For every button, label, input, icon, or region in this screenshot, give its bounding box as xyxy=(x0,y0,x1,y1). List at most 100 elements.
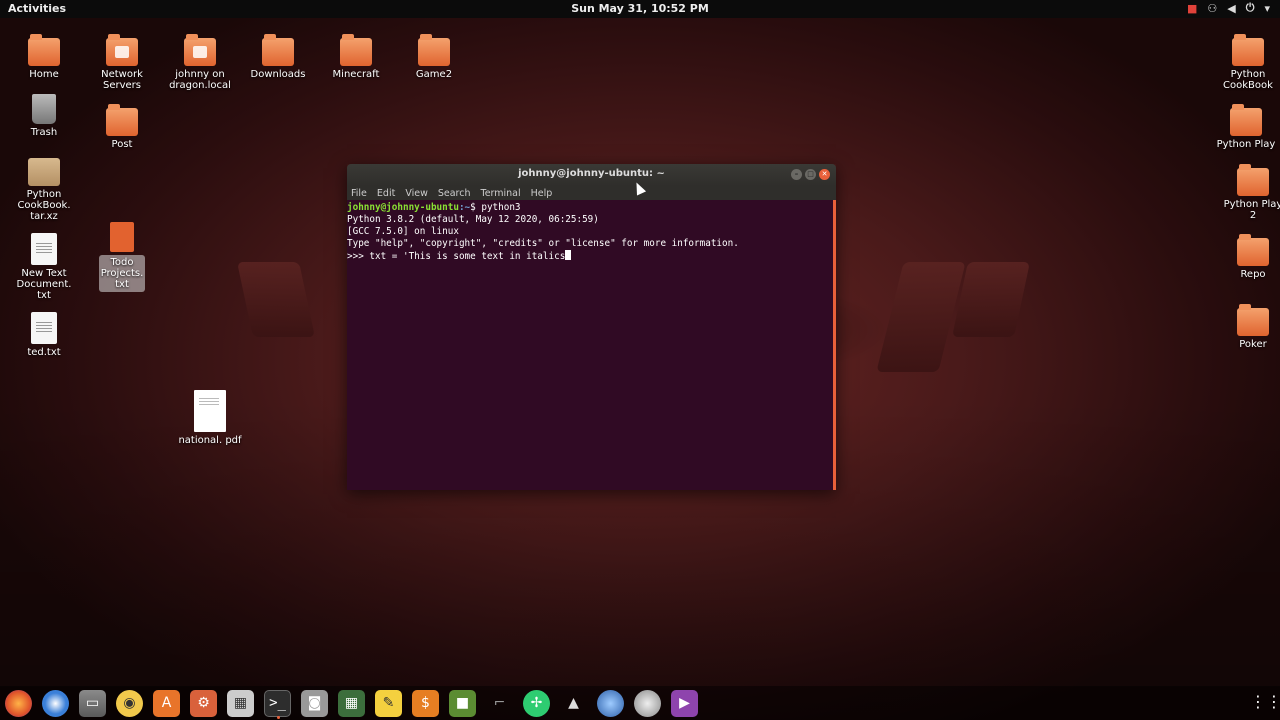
rhythmbox-icon[interactable]: ◉ xyxy=(116,689,143,717)
desktop-icon-network-servers[interactable]: Network Servers xyxy=(89,34,155,91)
desktop-icon-label: Trash xyxy=(30,127,58,138)
desktop-icon-cookbook-archive[interactable]: Python CookBook. tar.xz xyxy=(11,158,77,222)
snail-icon[interactable] xyxy=(634,689,661,717)
text-file-icon xyxy=(31,233,57,265)
desktop-icon-label: Todo Projects. txt xyxy=(99,255,145,292)
minecraft-icon[interactable]: ■ xyxy=(449,689,476,717)
desktop-icon-downloads[interactable]: Downloads xyxy=(245,34,311,80)
menu-search[interactable]: Search xyxy=(438,188,471,199)
calculator-icon[interactable]: ▦ xyxy=(338,689,365,717)
sticky-notes-icon[interactable]: ✎ xyxy=(375,689,402,717)
minimize-icon[interactable]: – xyxy=(791,169,802,180)
close-icon[interactable]: ✕ xyxy=(819,169,830,180)
clock[interactable]: Sun May 31, 10:52 PM xyxy=(0,2,1280,15)
folder-icon xyxy=(1237,304,1269,336)
folder-icon xyxy=(418,34,450,66)
desktop-icon-ted-txt[interactable]: ted.txt xyxy=(11,312,77,358)
menu-edit[interactable]: Edit xyxy=(377,188,395,199)
terminal-icon-alt[interactable]: ▦ xyxy=(227,689,254,717)
terminal-titlebar[interactable]: johnny@johnny-ubuntu: ~ – □ ✕ xyxy=(347,164,836,186)
top-bar: Activities Sun May 31, 10:52 PM ■ ⚇ ◀ ⏻ … xyxy=(0,0,1280,18)
software-icon[interactable]: A xyxy=(153,689,180,717)
terminal-line-input: >>> txt = 'This is some text in italics xyxy=(347,250,833,263)
terminal-line: Python 3.8.2 (default, May 12 2020, 06:2… xyxy=(347,214,599,225)
desktop-icon-label: Python Play 2 xyxy=(1223,199,1280,221)
terminal-input-text: >>> txt = 'This is some text in italics xyxy=(347,251,566,262)
desktop-icon-minecraft[interactable]: Minecraft xyxy=(323,34,389,80)
dock-apps: ▭ ◉ A ⚙ ▦ >_ ◙ ▦ ✎ $ ■ ⌐ ✢ ▲ ▶ xyxy=(5,689,698,719)
desktop-icon-python-play[interactable]: Python Play xyxy=(1213,104,1279,150)
dock: ▭ ◉ A ⚙ ▦ >_ ◙ ▦ ✎ $ ■ ⌐ ✢ ▲ ▶ ⋮⋮⋮ xyxy=(0,686,1280,720)
desktop-icon-national-pdf[interactable]: national. pdf xyxy=(177,390,243,446)
desktop-icon-new-text-document[interactable]: New Text Document. txt xyxy=(11,233,77,301)
globe-icon[interactable] xyxy=(597,689,624,717)
volume-icon[interactable]: ◀ xyxy=(1227,2,1235,15)
desktop-icon-repo[interactable]: Repo xyxy=(1220,234,1280,280)
desktop-icon-python-play-2[interactable]: Python Play 2 xyxy=(1220,164,1280,221)
firefox-icon[interactable] xyxy=(5,689,32,717)
terminal-window[interactable]: johnny@johnny-ubuntu: ~ – □ ✕ File Edit … xyxy=(347,164,836,490)
desktop-icon-trash[interactable]: Trash xyxy=(11,94,77,138)
network-folder-icon xyxy=(106,34,138,66)
desktop-icon-label: Home xyxy=(29,69,59,80)
media-icon[interactable]: ▶ xyxy=(671,689,698,717)
home-folder-icon xyxy=(28,34,60,66)
folder-icon xyxy=(1237,164,1269,196)
chevron-down-icon[interactable]: ▾ xyxy=(1264,2,1270,15)
money-icon[interactable]: $ xyxy=(412,689,439,717)
downloads-folder-icon xyxy=(262,34,294,66)
text-cursor xyxy=(565,250,572,260)
desktop-icon-label: Post xyxy=(111,139,133,150)
text-file-icon xyxy=(31,312,57,344)
record-icon[interactable]: ■ xyxy=(1187,2,1197,15)
desktop-icon-poker[interactable]: Poker xyxy=(1220,304,1280,350)
folder-icon xyxy=(340,34,372,66)
prompt-path: :~ xyxy=(458,202,471,213)
window-title: johnny@johnny-ubuntu: ~ xyxy=(518,168,665,179)
menu-help[interactable]: Help xyxy=(531,188,553,199)
desktop-icon-todo-projects[interactable]: Todo Projects. txt xyxy=(99,222,145,292)
terminal-line-prompt: johnny@johnny-ubuntu:~$ python3 xyxy=(347,202,833,214)
folder-icon xyxy=(1230,104,1262,136)
maximize-icon[interactable]: □ xyxy=(805,169,816,180)
archive-icon xyxy=(28,158,60,186)
menu-terminal[interactable]: Terminal xyxy=(481,188,521,199)
activities-button[interactable]: Activities xyxy=(8,2,66,15)
menu-view[interactable]: View xyxy=(405,188,428,199)
desktop-icon-label: Python CookBook xyxy=(1223,69,1273,91)
network-share-icon xyxy=(184,34,216,66)
power-icon[interactable]: ⏻ xyxy=(1246,1,1255,15)
desktop-icon-game2[interactable]: Game2 xyxy=(401,34,467,80)
terminal-line: [GCC 7.5.0] on linux xyxy=(347,226,459,237)
system-tray[interactable]: ■ ⚇ ◀ ⏻ ▾ xyxy=(1187,1,1270,15)
green-app-icon[interactable]: ✢ xyxy=(523,689,550,717)
network-icon[interactable]: ⚇ xyxy=(1207,2,1217,15)
desktop-icon-python-cookbook[interactable]: Python CookBook xyxy=(1215,34,1280,91)
text-file-icon xyxy=(110,222,134,252)
terminal-icon[interactable]: >_ xyxy=(264,689,291,719)
screenshot-icon[interactable]: ◙ xyxy=(301,689,328,717)
menu-file[interactable]: File xyxy=(351,188,367,199)
desktop-icon-label: Network Servers xyxy=(101,69,143,91)
terminal-output[interactable]: johnny@johnny-ubuntu:~$ python3 Python 3.… xyxy=(347,200,836,490)
desktop-icon-network-share[interactable]: johnny on dragon.local xyxy=(167,34,233,91)
files-icon[interactable]: ▭ xyxy=(79,689,106,717)
desktop-icon-post[interactable]: Post xyxy=(89,104,155,150)
desktop-icon-label: New Text Document. txt xyxy=(16,268,72,301)
desktop-icon-home[interactable]: Home xyxy=(11,34,77,80)
wallpaper-shape-left xyxy=(237,262,315,337)
folder-icon xyxy=(1232,34,1264,66)
desktop-icon-label: Repo xyxy=(1240,269,1266,280)
desktop-icon-label: Poker xyxy=(1239,339,1267,350)
wallpaper-shape-right-2 xyxy=(876,262,966,372)
prompt-user: johnny@johnny-ubuntu xyxy=(347,202,459,213)
wallpaper-shape-right xyxy=(952,262,1030,337)
desktop-icon-label: Downloads xyxy=(250,69,306,80)
thunderbird-icon[interactable] xyxy=(42,689,69,717)
folder-icon xyxy=(106,104,138,136)
settings-icon[interactable]: ⚙ xyxy=(190,689,217,717)
inkscape-icon[interactable]: ▲ xyxy=(560,690,587,717)
desktop-icon-label: Python CookBook. tar.xz xyxy=(17,189,71,222)
gun-icon[interactable]: ⌐ xyxy=(486,690,513,717)
show-applications-icon[interactable]: ⋮⋮⋮ xyxy=(1250,692,1280,712)
